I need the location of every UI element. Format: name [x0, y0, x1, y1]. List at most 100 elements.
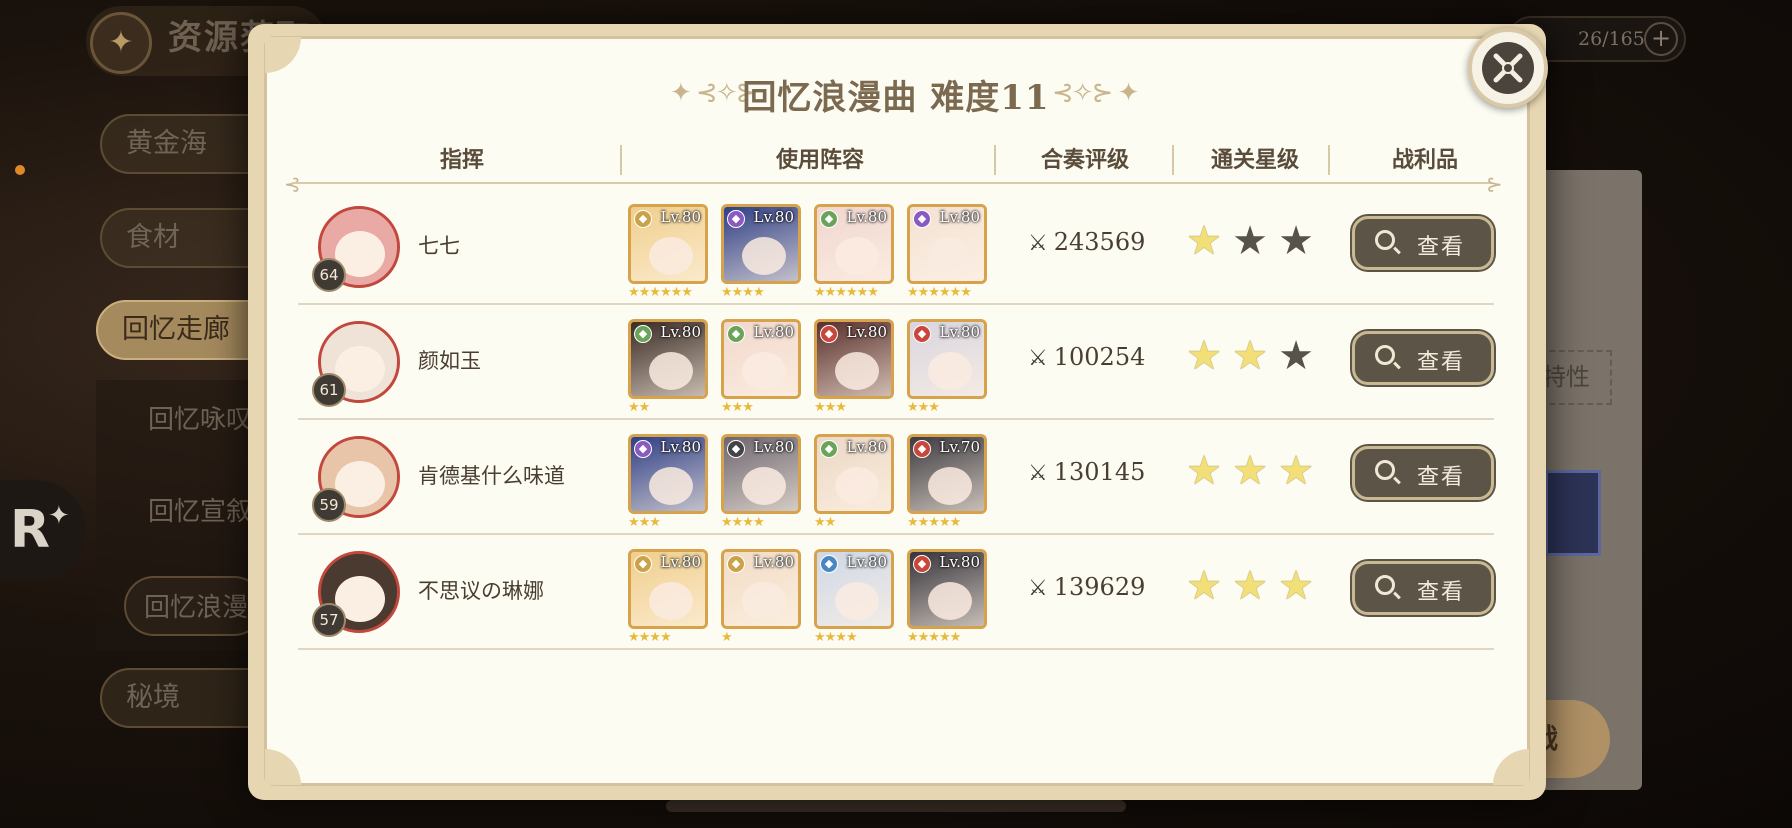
hero-star-rank: ★★★★★★ — [628, 285, 693, 300]
team-hero-card[interactable]: ◆ Lv.80 — [721, 204, 801, 284]
col-separator — [620, 145, 622, 175]
record-row: 61 颜如玉 ◆ Lv.80 ★★ ◆ Lv.80 ★★★ ◆ Lv.80 ★★★ ◆ Lv.80 ★★★… — [298, 305, 1494, 420]
clear-stars: ★ ★ ★ — [1184, 565, 1324, 609]
star-filled-icon: ★ — [1278, 448, 1314, 494]
team-hero-card[interactable]: ◆ Lv.80 — [628, 434, 708, 514]
bg-scrollbar[interactable] — [666, 800, 1126, 812]
crossed-swords-icon: ⚔ — [1028, 231, 1048, 256]
bg-menu-label: 秘境 — [126, 682, 180, 713]
hero-face — [649, 467, 693, 505]
team-hero-card[interactable]: ◆ Lv.80 — [814, 434, 894, 514]
element-icon: ◆ — [820, 440, 838, 458]
corner-ornament — [265, 37, 301, 73]
commander-level-badge: 57 — [312, 603, 346, 637]
hero-face — [835, 582, 879, 620]
team-hero-card[interactable]: ◆ Lv.80 — [721, 434, 801, 514]
hero-face — [835, 237, 879, 275]
team-hero-card[interactable]: ◆ Lv.80 — [721, 549, 801, 629]
close-icon — [1482, 42, 1534, 94]
team-hero-card[interactable]: ◆ Lv.80 — [628, 204, 708, 284]
hero-level: Lv.80 — [846, 553, 887, 571]
commander-level-badge: 59 — [312, 488, 346, 522]
star-filled-icon: ★ — [1232, 448, 1268, 494]
element-icon: ◆ — [820, 555, 838, 573]
corner-ornament — [265, 749, 301, 785]
star-filled-icon: ★ — [1186, 333, 1222, 379]
title-right-ornament: ⊰✧⊱ ✦ — [1052, 78, 1139, 108]
rating-value: 139629 — [1053, 573, 1146, 601]
hero-star-rank: ★★★★ — [721, 515, 765, 530]
bg-submenu-romance[interactable]: 回忆浪漫 — [124, 576, 264, 636]
view-label: 查看 — [1417, 580, 1466, 605]
hero-level: Lv.80 — [660, 208, 701, 226]
hero-level: Lv.80 — [660, 438, 701, 456]
team-hero-card[interactable]: ◆ Lv.80 — [628, 549, 708, 629]
stamina-value: 26/165 — [1578, 28, 1645, 50]
element-icon: ◆ — [727, 325, 745, 343]
view-label: 查看 — [1417, 465, 1466, 490]
element-icon: ◆ — [820, 325, 838, 343]
hero-face — [742, 352, 786, 390]
star-empty-icon: ★ — [1278, 218, 1314, 264]
view-loot-button[interactable]: 查看 — [1352, 331, 1494, 385]
view-loot-button[interactable]: 查看 — [1352, 561, 1494, 615]
record-row: 64 七七 ◆ Lv.80 ★★★★★★ ◆ Lv.80 ★★★★ ◆ Lv.80 ★★★★★★ ◆ L… — [298, 190, 1494, 305]
view-label: 查看 — [1417, 350, 1466, 375]
col-separator — [994, 145, 996, 175]
element-icon: ◆ — [913, 325, 931, 343]
commander-level-badge: 64 — [312, 258, 346, 292]
search-icon — [1375, 230, 1395, 250]
hero-face — [928, 352, 972, 390]
star-empty-icon: ★ — [1232, 218, 1268, 264]
team-hero-card[interactable]: ◆ Lv.80 — [907, 319, 987, 399]
star-filled-icon: ★ — [1232, 563, 1268, 609]
game-screen: ✦ 资源获取 黄金海 食材 回忆走廊 回忆咏叹 回忆宣叙 回忆浪漫 秘境 R ✦ … — [0, 0, 1792, 828]
plus-icon[interactable]: + — [1644, 22, 1678, 56]
hero-star-rank: ★★★★★★ — [814, 285, 879, 300]
search-icon — [1375, 345, 1395, 365]
team-hero-card[interactable]: ◆ Lv.80 — [814, 549, 894, 629]
hero-level: Lv.80 — [939, 553, 980, 571]
hero-face — [649, 237, 693, 275]
hero-level: Lv.80 — [753, 553, 794, 571]
crossed-swords-icon: ⚔ — [1028, 461, 1048, 486]
hero-level: Lv.80 — [846, 208, 887, 226]
hero-level: Lv.80 — [660, 553, 701, 571]
r-logo: R — [10, 500, 51, 560]
hero-level: Lv.80 — [753, 208, 794, 226]
bg-menu-label: 回忆走廊 — [122, 314, 230, 345]
hero-face — [742, 582, 786, 620]
team-hero-card[interactable]: ◆ Lv.80 — [721, 319, 801, 399]
team-hero-card[interactable]: ◆ Lv.80 — [907, 549, 987, 629]
sparkle-icon: ✦ — [48, 501, 70, 531]
corner-ornament — [1493, 749, 1529, 785]
commander-name: 颜如玉 — [418, 349, 481, 373]
element-icon: ◆ — [913, 440, 931, 458]
element-icon: ◆ — [913, 210, 931, 228]
crossed-swords-icon: ⚔ — [1028, 576, 1048, 601]
compass-logo-icon: ✦ — [90, 12, 152, 74]
view-loot-button[interactable]: 查看 — [1352, 446, 1494, 500]
hero-star-rank: ★★★ — [907, 400, 940, 415]
team-hero-card[interactable]: ◆ Lv.80 — [814, 204, 894, 284]
crossed-swords-icon: ⚔ — [1028, 346, 1048, 371]
team-hero-card[interactable]: ◆ Lv.80 — [628, 319, 708, 399]
team-hero-card[interactable]: ◆ Lv.80 — [814, 319, 894, 399]
ensemble-rating: ⚔ 139629 — [1028, 573, 1145, 601]
clear-stars: ★ ★ ★ — [1184, 220, 1324, 264]
hero-star-rank: ★★★★★ — [907, 515, 961, 530]
rating-value: 100254 — [1053, 343, 1146, 371]
view-loot-button[interactable]: 查看 — [1352, 216, 1494, 270]
ensemble-rating: ⚔ 243569 — [1028, 228, 1145, 256]
hero-level: Lv.80 — [660, 323, 701, 341]
team-hero-card[interactable]: ◆ Lv.80 — [907, 204, 987, 284]
hero-star-rank: ★★ — [628, 400, 650, 415]
hero-level: Lv.70 — [939, 438, 980, 456]
record-row: 59 肯德基什么味道 ◆ Lv.80 ★★★ ◆ Lv.80 ★★★★ ◆ Lv.80 ★★ ◆ Lv.… — [298, 420, 1494, 535]
hero-face — [928, 467, 972, 505]
close-button[interactable] — [1468, 28, 1548, 108]
r-float-button[interactable]: R ✦ — [0, 480, 86, 580]
hero-level: Lv.80 — [846, 438, 887, 456]
hero-level: Lv.80 — [939, 208, 980, 226]
team-hero-card[interactable]: ◆ Lv.70 — [907, 434, 987, 514]
